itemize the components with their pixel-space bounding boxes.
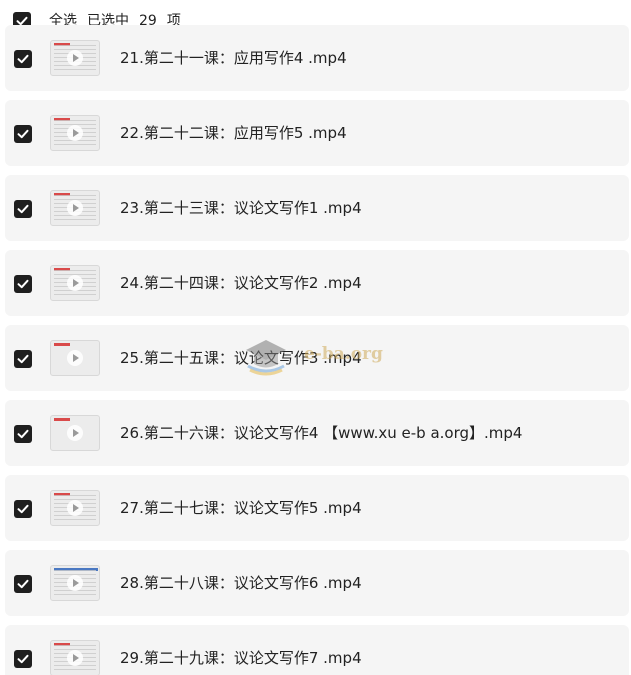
file-row[interactable]: 22.第二十二课：应用写作5 .mp4: [5, 100, 629, 166]
checkmark-icon: [17, 54, 29, 64]
video-thumbnail[interactable]: [50, 40, 100, 76]
play-icon: [67, 350, 83, 366]
file-checkbox[interactable]: [14, 425, 32, 443]
file-row[interactable]: 21.第二十一课：应用写作4 .mp4: [5, 25, 629, 91]
file-checkbox[interactable]: [14, 575, 32, 593]
play-icon: [67, 575, 83, 591]
play-icon: [67, 200, 83, 216]
video-thumbnail[interactable]: [50, 265, 100, 301]
checkmark-icon: [17, 279, 29, 289]
thumbnail-header-bar: [54, 418, 70, 421]
file-row[interactable]: 29.第二十九课：议论文写作7 .mp4: [5, 625, 629, 675]
file-row[interactable]: 26.第二十六课：议论文写作4 【www.xu e-b a.org】.mp4: [5, 400, 629, 466]
play-icon: [67, 125, 83, 141]
file-checkbox[interactable]: [14, 125, 32, 143]
file-checkbox[interactable]: [14, 500, 32, 518]
file-row[interactable]: 28.第二十八课：议论文写作6 .mp4: [5, 550, 629, 616]
file-name: 21.第二十一课：应用写作4 .mp4: [120, 49, 347, 67]
file-row[interactable]: 23.第二十三课：议论文写作1 .mp4: [5, 175, 629, 241]
file-checkbox[interactable]: [14, 50, 32, 68]
file-row[interactable]: 25.第二十五课：议论文写作3 .mp4: [5, 325, 629, 391]
video-thumbnail[interactable]: [50, 640, 100, 675]
file-row[interactable]: 24.第二十四课：议论文写作2 .mp4: [5, 250, 629, 316]
file-name: 29.第二十九课：议论文写作7 .mp4: [120, 649, 362, 667]
video-thumbnail[interactable]: [50, 190, 100, 226]
checkmark-icon: [17, 504, 29, 514]
video-thumbnail[interactable]: [50, 490, 100, 526]
file-name: 24.第二十四课：议论文写作2 .mp4: [120, 274, 362, 292]
video-thumbnail[interactable]: [50, 340, 100, 376]
play-icon: [67, 650, 83, 666]
file-name: 25.第二十五课：议论文写作3 .mp4: [120, 349, 362, 367]
checkmark-icon: [17, 654, 29, 664]
file-name: 22.第二十二课：应用写作5 .mp4: [120, 124, 347, 142]
checkmark-icon: [17, 579, 29, 589]
file-selection-page: 全选 已选中 29 项 21.第二十一课：应用写作4 .mp4 22.第二十二课：应用写…: [0, 0, 631, 675]
file-checkbox[interactable]: [14, 350, 32, 368]
file-checkbox[interactable]: [14, 200, 32, 218]
video-thumbnail[interactable]: [50, 115, 100, 151]
file-name: 27.第二十七课：议论文写作5 .mp4: [120, 499, 362, 517]
play-icon: [67, 500, 83, 516]
checkmark-icon: [17, 429, 29, 439]
video-thumbnail[interactable]: [50, 415, 100, 451]
checkmark-icon: [17, 204, 29, 214]
play-icon: [67, 425, 83, 441]
file-checkbox[interactable]: [14, 650, 32, 668]
video-thumbnail[interactable]: [50, 565, 100, 601]
file-checkbox[interactable]: [14, 275, 32, 293]
file-row[interactable]: 27.第二十七课：议论文写作5 .mp4: [5, 475, 629, 541]
checkmark-icon: [17, 129, 29, 139]
file-name: 26.第二十六课：议论文写作4 【www.xu e-b a.org】.mp4: [120, 424, 523, 442]
file-name: 28.第二十八课：议论文写作6 .mp4: [120, 574, 362, 592]
file-name: 23.第二十三课：议论文写作1 .mp4: [120, 199, 362, 217]
checkmark-icon: [17, 354, 29, 364]
play-icon: [67, 50, 83, 66]
play-icon: [67, 275, 83, 291]
thumbnail-header-bar: [54, 343, 70, 346]
